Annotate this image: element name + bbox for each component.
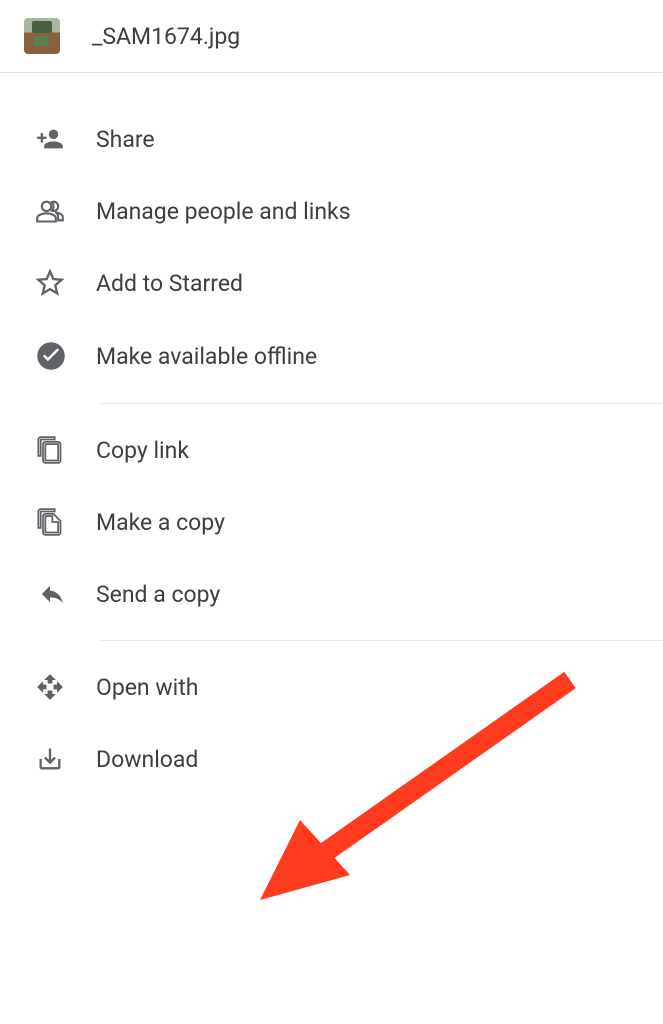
file-name: _SAM1674.jpg (92, 23, 240, 50)
star-icon (36, 269, 96, 297)
send-copy-label: Send a copy (96, 581, 220, 608)
send-icon (36, 580, 96, 608)
share-label: Share (96, 126, 155, 153)
file-header: _SAM1674.jpg (0, 0, 663, 73)
file-thumbnail (24, 18, 60, 54)
share-item[interactable]: Share (0, 103, 663, 175)
menu-divider (100, 403, 663, 404)
download-item[interactable]: Download (0, 723, 663, 795)
copy-link-item[interactable]: Copy link (0, 414, 663, 486)
send-copy-item[interactable]: Send a copy (0, 558, 663, 630)
people-icon (36, 197, 96, 225)
star-label: Add to Starred (96, 270, 243, 297)
file-copy-icon (36, 508, 96, 536)
download-icon (36, 745, 96, 773)
offline-item[interactable]: Make available offline (0, 319, 663, 393)
copy-link-label: Copy link (96, 437, 189, 464)
add-starred-item[interactable]: Add to Starred (0, 247, 663, 319)
menu-divider (100, 640, 663, 641)
copy-link-icon (36, 436, 96, 464)
manage-label: Manage people and links (96, 198, 351, 225)
open-with-item[interactable]: Open with (0, 651, 663, 723)
download-label: Download (96, 746, 198, 773)
manage-people-item[interactable]: Manage people and links (0, 175, 663, 247)
make-copy-label: Make a copy (96, 509, 225, 536)
offline-checked-icon (36, 341, 96, 371)
context-menu: Share Manage people and links Add to Sta… (0, 73, 663, 795)
open-with-icon (36, 673, 96, 701)
person-add-icon (36, 125, 96, 153)
offline-label: Make available offline (96, 343, 317, 370)
make-copy-item[interactable]: Make a copy (0, 486, 663, 558)
open-with-label: Open with (96, 674, 198, 701)
